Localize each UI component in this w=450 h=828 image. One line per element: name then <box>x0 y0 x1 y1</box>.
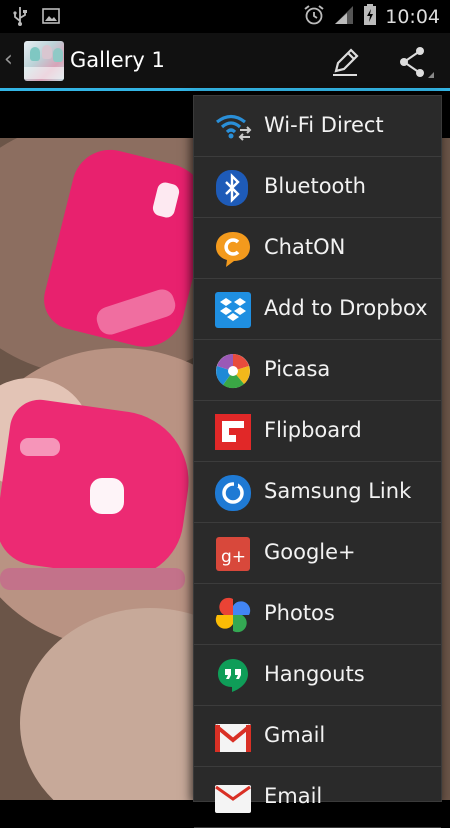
hangouts-icon <box>214 657 252 695</box>
share-item-flipboard[interactable]: Flipboard <box>194 401 441 462</box>
page-title: Gallery 1 <box>70 48 165 72</box>
wifi-direct-icon <box>214 108 252 146</box>
email-icon <box>214 779 252 817</box>
image-notification-icon <box>42 8 60 28</box>
share-item-hangouts[interactable]: Hangouts <box>194 645 441 706</box>
action-bar-accent-line <box>0 88 450 91</box>
edit-pencil-icon[interactable] <box>330 45 360 81</box>
share-icon[interactable] <box>398 44 436 84</box>
share-item-label: Google+ <box>264 540 356 564</box>
google-plus-icon: g+ <box>214 535 252 573</box>
share-item-label: ChatON <box>264 235 346 259</box>
share-item-label: Picasa <box>264 357 331 381</box>
clock: 10:04 <box>385 6 440 28</box>
share-item-dropbox[interactable]: Add to Dropbox <box>194 279 441 340</box>
share-item-email[interactable]: Email <box>194 767 441 828</box>
share-item-bluetooth[interactable]: Bluetooth <box>194 157 441 218</box>
usb-icon <box>12 6 28 30</box>
share-item-google-plus[interactable]: g+ Google+ <box>194 523 441 584</box>
share-item-gmail[interactable]: Gmail <box>194 706 441 767</box>
share-item-photos[interactable]: Photos <box>194 584 441 645</box>
share-item-wifi-direct[interactable]: Wi-Fi Direct <box>194 96 441 157</box>
dropbox-icon <box>214 291 252 329</box>
svg-text:g+: g+ <box>221 547 246 567</box>
flipboard-icon <box>214 413 252 451</box>
bluetooth-icon <box>214 169 252 207</box>
share-item-picasa[interactable]: Picasa <box>194 340 441 401</box>
gmail-icon <box>214 718 252 756</box>
picasa-icon <box>214 352 252 390</box>
share-menu: Wi-Fi Direct Bluetooth ChatON Add to Dro… <box>193 95 442 828</box>
share-item-chaton[interactable]: ChatON <box>194 218 441 279</box>
share-item-label: Email <box>264 784 323 808</box>
share-item-label: Photos <box>264 601 335 625</box>
share-item-samsung-link[interactable]: Samsung Link <box>194 462 441 523</box>
signal-icon <box>333 5 355 29</box>
battery-charging-icon <box>363 4 377 30</box>
share-item-label: Add to Dropbox <box>264 296 428 320</box>
status-bar: 10:04 <box>0 0 450 33</box>
share-item-label: Wi-Fi Direct <box>264 113 384 137</box>
alarm-icon <box>303 4 325 30</box>
app-logo[interactable] <box>24 41 64 81</box>
samsung-link-icon <box>214 474 252 512</box>
back-chevron-icon[interactable]: ‹ <box>4 47 13 72</box>
chaton-icon <box>214 230 252 268</box>
share-item-label: Bluetooth <box>264 174 366 198</box>
share-item-label: Flipboard <box>264 418 362 442</box>
share-item-label: Samsung Link <box>264 479 412 503</box>
share-item-label: Gmail <box>264 723 326 747</box>
photos-icon <box>214 596 252 634</box>
share-item-label: Hangouts <box>264 662 365 686</box>
action-bar: ‹ Gallery 1 <box>0 33 450 89</box>
